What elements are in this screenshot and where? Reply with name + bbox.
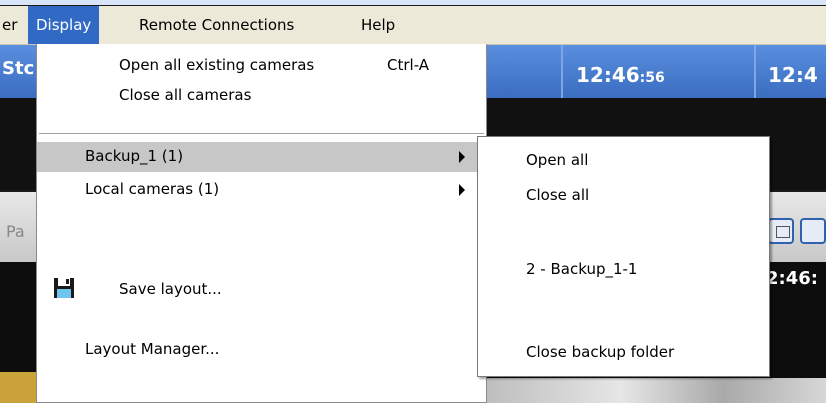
background-camera-title: Stc xyxy=(2,58,35,79)
maximize-icon xyxy=(776,226,790,238)
open-all-existing-cameras-item[interactable]: Open all existing cameras Ctrl-A xyxy=(37,56,486,82)
close-backup-folder-item[interactable]: Close backup folder xyxy=(526,343,674,361)
header-separator xyxy=(754,45,756,98)
video-scene-left xyxy=(0,372,38,403)
video-scene xyxy=(484,378,826,403)
menu-help[interactable]: Help xyxy=(353,6,403,44)
close-all-item[interactable]: Close all xyxy=(526,186,589,204)
backup-1-submenu-item[interactable]: Backup_1 (1) xyxy=(37,142,486,172)
camera-clock-partial: 12:4 xyxy=(768,63,818,87)
menu-item-label: Close all cameras xyxy=(119,86,252,104)
menu-item-label: Open all existing cameras xyxy=(119,56,315,74)
save-layout-item[interactable]: Save layout... xyxy=(37,272,486,306)
window-control-button[interactable] xyxy=(800,218,826,244)
layout-manager-item[interactable]: Layout Manager... xyxy=(37,337,486,365)
panel-title: Pa xyxy=(6,222,25,241)
menu-display[interactable]: Display xyxy=(28,6,100,44)
local-cameras-submenu-item[interactable]: Local cameras (1) xyxy=(37,175,486,205)
menu-item-label: Layout Manager... xyxy=(85,340,220,358)
menu-item-shortcut: Ctrl-A xyxy=(387,56,430,74)
submenu-arrow-icon xyxy=(459,151,465,163)
window-top-edge xyxy=(0,0,826,5)
menu-remote-connections[interactable]: Remote Connections xyxy=(131,6,302,44)
maximize-button[interactable] xyxy=(768,218,794,244)
menu-item-label: Backup_1 (1) xyxy=(85,147,184,165)
floppy-disk-icon xyxy=(54,278,74,298)
clock-main: 12:46 xyxy=(576,63,640,87)
menu-partial-item[interactable]: er xyxy=(0,6,25,44)
display-menu: Open all existing cameras Ctrl-A Close a… xyxy=(36,44,487,403)
header-separator xyxy=(561,45,563,98)
close-all-cameras-item[interactable]: Close all cameras xyxy=(37,86,486,112)
backup-1-submenu: Open all Close all 2 - Backup_1-1 Close … xyxy=(477,136,770,377)
camera-backup-1-1-item[interactable]: 2 - Backup_1-1 xyxy=(526,260,637,278)
open-all-item[interactable]: Open all xyxy=(526,151,588,169)
menu-item-label: Local cameras (1) xyxy=(85,180,220,198)
menu-separator xyxy=(39,133,484,135)
submenu-arrow-icon xyxy=(459,184,465,196)
menu-item-label: Save layout... xyxy=(119,280,222,298)
menu-bar: er Display Remote Connections Help xyxy=(0,6,826,45)
clock-seconds: :56 xyxy=(639,70,665,86)
video-timestamp: 2:46: xyxy=(766,268,818,289)
camera-clock: 12:46:56 xyxy=(576,45,665,98)
